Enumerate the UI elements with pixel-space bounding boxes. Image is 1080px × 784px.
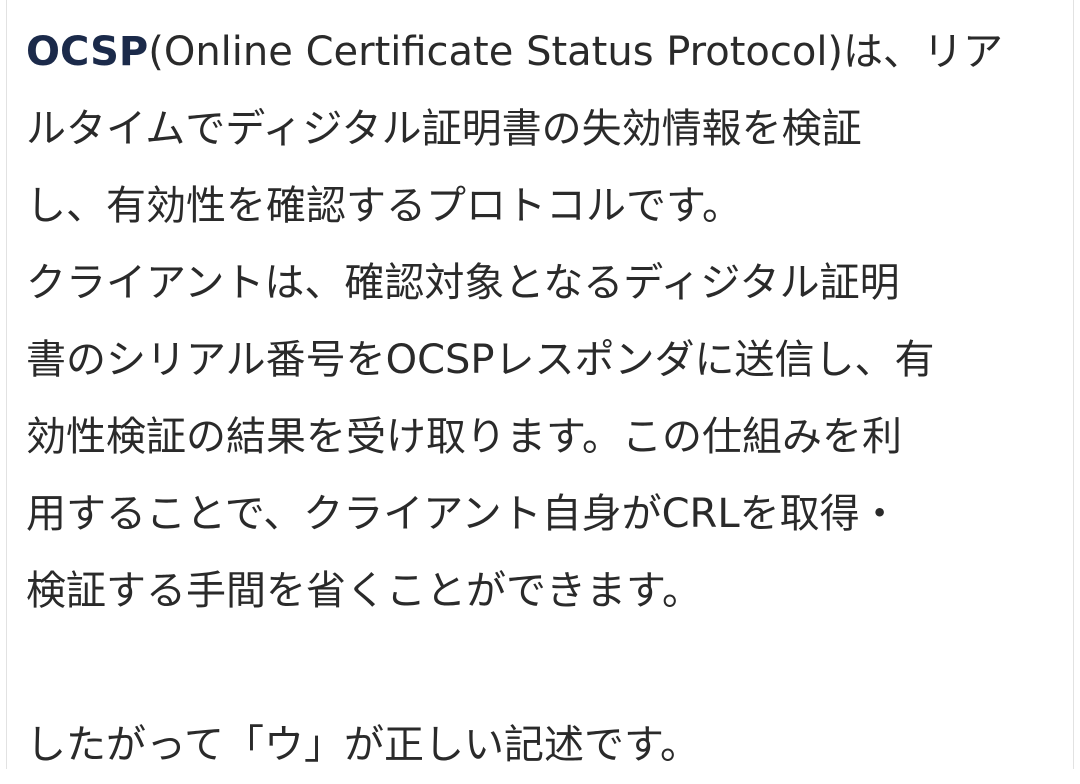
answer-panel: OCSP(Online Certificate Status Protocol)… (6, 0, 1074, 769)
text-line-1: OCSP(Online Certificate Status Protocol)… (26, 14, 1066, 91)
text-line-5: 書のシリアル番号をOCSPレスポンダに送信し、有 (26, 337, 935, 383)
explanation-text: OCSP(Online Certificate Status Protocol)… (26, 14, 1066, 784)
text-line-3: し、有効性を確認するプロトコルです。 (26, 183, 742, 229)
conclusion-line: したがって「ウ」が正しい記述です。 (26, 722, 700, 768)
text-line-8: 検証する手間を省くことができます。 (26, 568, 702, 614)
ocsp-term: OCSP (26, 29, 149, 75)
text-line-6: 効性検証の結果を受け取ります。この仕組みを利 (26, 414, 902, 460)
line-1-rest: (Online Certificate Status Protocol)は、リア (148, 29, 1004, 75)
text-line-7: 用することで、クライアント自身がCRLを取得・ (26, 491, 900, 537)
text-line-2: ルタイムでディジタル証明書の失効情報を検証 (26, 106, 862, 152)
text-line-4: クライアントは、確認対象となるディジタル証明 (26, 260, 900, 306)
